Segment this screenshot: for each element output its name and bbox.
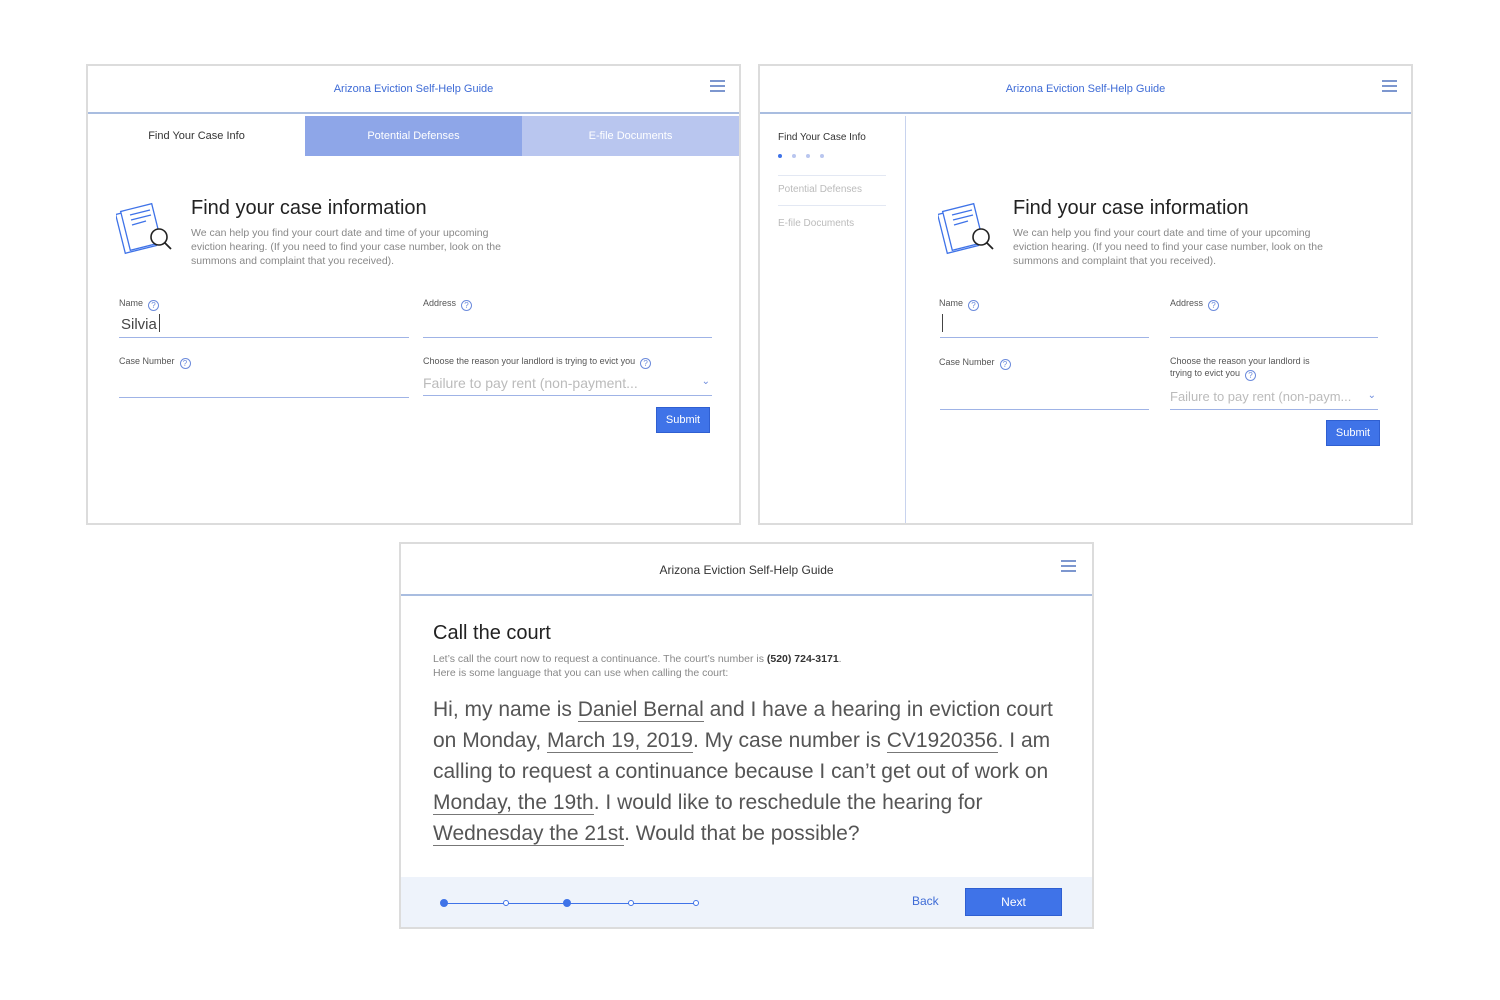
filled-conflict-day: Monday, the 19th [433,791,594,815]
progress-step [693,900,699,906]
step-dots [778,150,886,161]
sidebar-nav: Find Your Case Info Potential Defenses E… [760,116,906,523]
name-label: Name? [939,297,980,311]
header: Arizona Eviction Self-Help Guide [401,544,1092,596]
name-field[interactable] [940,314,1149,338]
filled-hearing-date: March 19, 2019 [547,729,693,753]
progress-step-current [563,899,571,907]
header: Arizona Eviction Self-Help Guide [88,66,739,114]
next-button[interactable]: Next [965,888,1062,916]
tab-bar: Find Your Case Info Potential Defenses E… [88,116,739,156]
header: Arizona Eviction Self-Help Guide [760,66,1411,114]
sidebar-item-find-case-info[interactable]: Find Your Case Info [778,132,886,176]
progress-step [440,899,448,907]
court-phone-number: (520) 724-3171 [766,653,839,665]
reason-label: Choose the reason your landlord is tryin… [1170,356,1310,381]
call-description: Let’s call the court now to request a co… [433,653,842,679]
menu-icon[interactable] [710,80,725,92]
case-number-field[interactable] [940,386,1149,410]
tab-potential-defenses[interactable]: Potential Defenses [305,116,522,156]
name-field[interactable]: Silvia [119,314,409,338]
section-title: Find your case information [191,197,427,219]
filled-name: Daniel Bernal [577,698,704,722]
sidebar-item-potential-defenses[interactable]: Potential Defenses [778,184,886,206]
progress-step [503,900,509,906]
reason-select-value: Failure to pay rent (non-paym... [1170,389,1352,404]
reason-select[interactable]: Failure to pay rent (non-payment... ⌄ [423,372,712,396]
back-button[interactable]: Back [912,894,939,908]
help-icon[interactable]: ? [640,358,652,369]
app-title: Arizona Eviction Self-Help Guide [1005,83,1166,95]
reason-select[interactable]: Failure to pay rent (non-paym... ⌄ [1170,386,1378,410]
name-value: Silvia [121,316,157,333]
sidebar-item-label: Find Your Case Info [778,132,866,143]
filled-new-day: Wednesday the 21st [433,822,625,846]
section-title: Find your case information [1013,197,1249,219]
help-icon[interactable]: ? [148,300,160,311]
help-icon[interactable]: ? [461,300,473,311]
submit-button[interactable]: Submit [1326,420,1380,446]
tab-find-case-info[interactable]: Find Your Case Info [88,116,305,156]
app-title: Arizona Eviction Self-Help Guide [659,563,834,577]
address-label: Address? [423,297,473,311]
help-icon[interactable]: ? [999,359,1011,370]
menu-icon[interactable] [1061,560,1076,572]
help-icon[interactable]: ? [179,358,191,369]
reason-select-value: Failure to pay rent (non-payment... [423,375,638,391]
address-field[interactable] [1170,314,1378,338]
call-the-court-screen: Arizona Eviction Self-Help Guide Call th… [399,542,1094,929]
help-icon[interactable]: ? [968,300,980,311]
case-number-field[interactable] [119,374,409,398]
filled-case-number: CV1920356 [886,729,998,753]
section-description: We can help you find your court date and… [1013,227,1323,267]
app-title: Arizona Eviction Self-Help Guide [333,83,494,95]
menu-icon[interactable] [1382,80,1397,92]
section-description: We can help you find your court date and… [191,227,501,267]
document-search-icon [116,202,172,255]
text-cursor [942,314,943,332]
sidebar-item-efile-documents[interactable]: E-file Documents [778,218,886,229]
footer-bar: Back Next [401,877,1092,927]
address-field[interactable] [423,314,712,338]
chevron-down-icon: ⌄ [1367,390,1376,401]
address-label: Address? [1170,297,1220,311]
text-cursor [158,314,160,332]
document-search-icon [938,202,994,255]
help-icon[interactable]: ? [1245,370,1257,381]
name-label: Name? [119,297,160,311]
case-number-label: Case Number? [119,355,191,369]
tab-efile-documents[interactable]: E-file Documents [522,116,739,156]
chevron-down-icon: ⌄ [701,376,710,387]
call-script: Hi, my name is Daniel Bernal and I have … [433,698,1053,846]
page-title: Call the court [433,622,551,644]
progress-step [628,900,634,906]
case-number-label: Case Number? [939,356,1011,370]
reason-label: Choose the reason your landlord is tryin… [423,355,652,369]
submit-button[interactable]: Submit [656,407,710,433]
help-icon[interactable]: ? [1208,300,1220,311]
tabbed-case-info-screen: Arizona Eviction Self-Help Guide Find Yo… [86,64,741,525]
sidebar-case-info-screen: Arizona Eviction Self-Help Guide Find Yo… [758,64,1413,525]
